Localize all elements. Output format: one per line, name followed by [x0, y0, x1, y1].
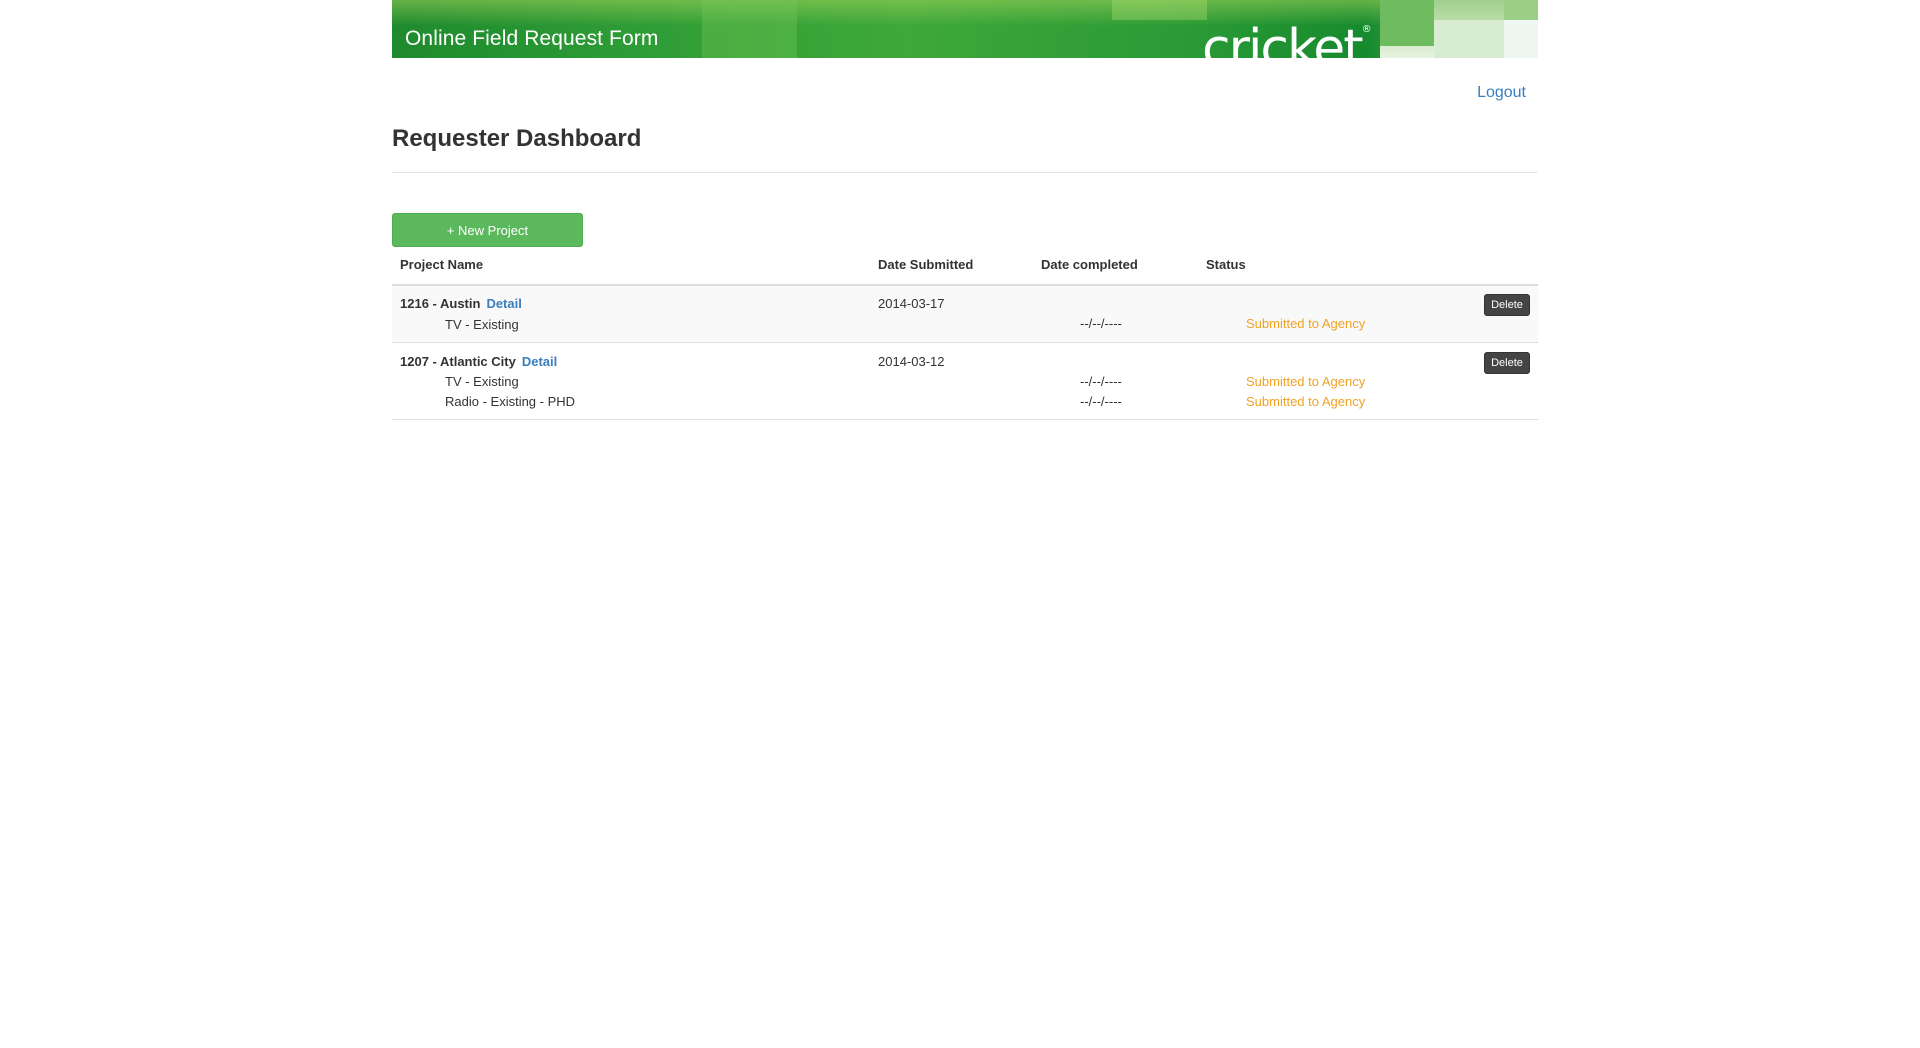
date-completed: --/--/---- — [1080, 374, 1122, 389]
table-row: 1216 - Austin Detail 2014-03-17 TV - Exis… — [392, 286, 1538, 343]
page-title: Requester Dashboard — [392, 125, 642, 152]
divider — [392, 172, 1538, 173]
banner-decoration — [1380, 0, 1434, 46]
new-project-button[interactable]: + New Project — [392, 213, 583, 247]
delete-button[interactable]: Delete — [1484, 294, 1530, 316]
header-date-completed: Date completed — [1041, 257, 1138, 272]
request-item-label: Radio - Existing - PHD — [445, 394, 576, 409]
status-text: Submitted to Agency — [1246, 374, 1366, 389]
app-title: Online Field Request Form — [405, 27, 659, 50]
request-item-label: TV - Existing — [445, 374, 519, 389]
project-name: 1216 - Austin — [400, 296, 481, 311]
date-completed: --/--/---- — [1080, 394, 1122, 409]
banner-decoration — [1504, 0, 1538, 20]
logo-text: cricket — [1202, 19, 1364, 58]
header-project-name: Project Name — [400, 257, 484, 272]
detail-link[interactable]: Detail — [486, 296, 521, 311]
detail-link[interactable]: Detail — [522, 354, 557, 369]
banner-decoration — [702, 0, 797, 58]
header-banner: Online Field Request Form cricket® — [392, 0, 1538, 58]
page-container: Online Field Request Form cricket® Logou… — [392, 0, 1538, 420]
project-name-cell: 1216 - Austin Detail — [400, 296, 522, 311]
banner-decoration — [1504, 20, 1538, 58]
registered-mark: ® — [1361, 24, 1372, 35]
delete-button[interactable]: Delete — [1484, 352, 1530, 374]
project-name: 1207 - Atlantic City — [400, 354, 516, 369]
banner-decoration — [1112, 0, 1207, 20]
request-item-label: TV - Existing — [445, 317, 519, 332]
date-submitted: 2014-03-12 — [878, 354, 945, 369]
table-row: 1207 - Atlantic City Detail 2014-03-12 TV… — [392, 343, 1538, 420]
banner-decoration — [1434, 20, 1504, 58]
cricket-logo: cricket® — [1202, 0, 1372, 58]
date-submitted: 2014-03-17 — [878, 296, 945, 311]
project-name-cell: 1207 - Atlantic City Detail — [400, 354, 557, 369]
status-text: Submitted to Agency — [1246, 316, 1366, 331]
status-text: Submitted to Agency — [1246, 394, 1366, 409]
projects-table: Project Name Date Submitted Date complet… — [392, 254, 1538, 420]
logout-link[interactable]: Logout — [1477, 84, 1526, 102]
date-completed: --/--/---- — [1080, 316, 1122, 331]
header-date-submitted: Date Submitted — [878, 257, 974, 272]
table-header: Project Name Date Submitted Date complet… — [392, 254, 1538, 286]
header-status: Status — [1206, 257, 1246, 272]
